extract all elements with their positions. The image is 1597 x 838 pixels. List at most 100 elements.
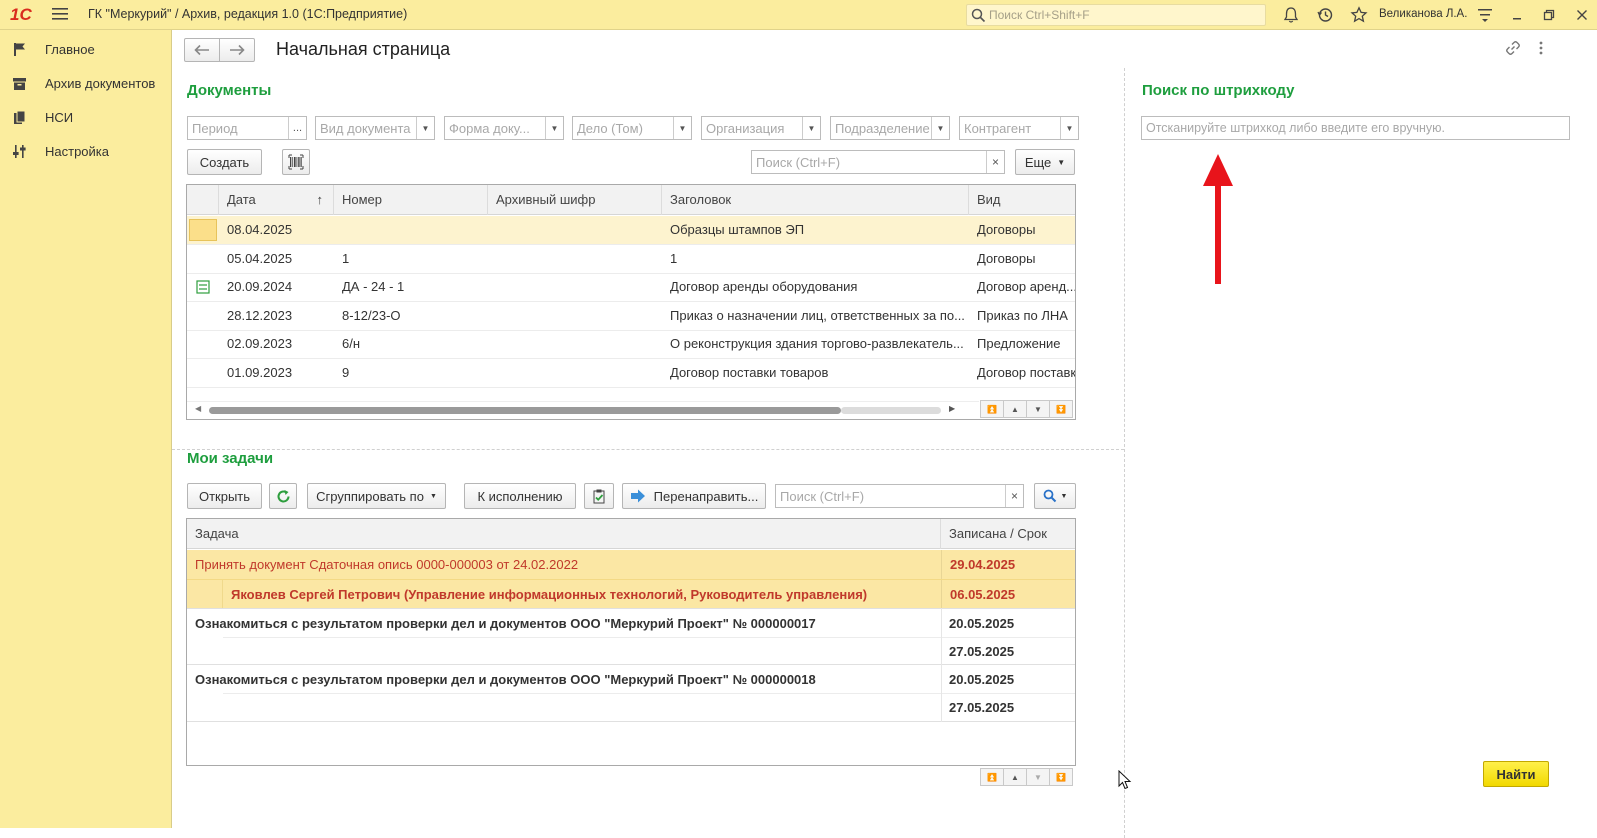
column-header-kind[interactable]: Вид xyxy=(969,185,1075,215)
sidebar-item-settings[interactable]: Настройка xyxy=(12,140,167,162)
more-button[interactable]: Еще ▼ xyxy=(1015,149,1075,175)
chevron-down-icon[interactable]: ▼ xyxy=(1060,117,1078,139)
table-row[interactable]: 28.12.2023 8-12/23-О Приказ о назначении л… xyxy=(187,302,1075,331)
cell-date: 28.12.2023 xyxy=(227,307,293,323)
group-by-button[interactable]: Сгруппировать по ▼ xyxy=(307,483,446,509)
bell-icon[interactable] xyxy=(1282,6,1300,24)
task-row[interactable]: Яковлев Сергей Петрович (Управление инфо… xyxy=(187,579,1075,609)
scroll-right-icon[interactable]: ▶ xyxy=(949,404,955,413)
open-task-button[interactable]: Открыть xyxy=(187,483,262,509)
barcode-scan-button[interactable] xyxy=(282,149,310,175)
table-row[interactable]: 08.04.2025 Образцы штампов ЭП Договоры xyxy=(187,216,1075,245)
sidebar-item-archive[interactable]: Архив документов xyxy=(12,72,167,94)
chevron-down-icon[interactable]: ▼ xyxy=(416,117,434,139)
global-search-input[interactable]: Поиск Ctrl+Shift+F xyxy=(966,4,1266,26)
back-button[interactable] xyxy=(184,38,220,62)
link-icon[interactable] xyxy=(1505,40,1521,59)
documents-search-input[interactable]: Поиск (Ctrl+F) × xyxy=(751,150,1005,174)
last-row-icon[interactable]: ⏬ xyxy=(1049,400,1073,418)
row-marker xyxy=(187,359,219,387)
ellipsis-icon[interactable]: ... xyxy=(288,117,306,139)
period-filter[interactable]: Период ... xyxy=(187,116,307,140)
tasks-search-input[interactable]: Поиск (Ctrl+F) × xyxy=(775,484,1024,508)
department-filter[interactable]: Подразделение ▼ xyxy=(830,116,950,140)
cell-title: Договор поставки товаров xyxy=(670,364,829,380)
sidebar-item-nsi[interactable]: НСИ xyxy=(12,106,167,128)
task-date: 29.04.2025 xyxy=(941,550,1075,579)
create-button[interactable]: Создать xyxy=(187,149,262,175)
search-options-button[interactable]: ▼ xyxy=(1034,483,1076,509)
horizontal-scrollbar[interactable]: ◀ ▶ xyxy=(187,401,979,419)
clear-icon[interactable]: × xyxy=(986,151,1004,173)
open-task-label: Открыть xyxy=(198,488,251,504)
doc-kind-filter[interactable]: Вид документа ▼ xyxy=(315,116,435,140)
redirect-button[interactable]: Перенаправить... xyxy=(622,483,766,509)
doc-form-filter[interactable]: Форма доку... ▼ xyxy=(444,116,564,140)
sidebar-item-main[interactable]: Главное xyxy=(12,38,167,60)
cell-kind: Предложение xyxy=(977,336,1061,351)
more-vertical-icon[interactable] xyxy=(1538,40,1544,59)
star-icon[interactable] xyxy=(1350,6,1368,24)
history-icon[interactable] xyxy=(1316,6,1334,24)
find-button[interactable]: Найти xyxy=(1483,761,1549,787)
forward-button[interactable] xyxy=(219,38,255,62)
documents-table-header: Дата ↑ Номер Архивный шифр Заголовок Вид xyxy=(187,185,1075,215)
column-divider xyxy=(941,608,942,722)
first-row-icon[interactable]: ⏫ xyxy=(980,400,1004,418)
minimize-icon[interactable] xyxy=(1508,6,1526,24)
chevron-down-icon[interactable]: ▼ xyxy=(545,117,563,139)
chevron-down-icon[interactable]: ▼ xyxy=(931,117,949,139)
menu-icon[interactable] xyxy=(52,7,68,21)
column-header-title[interactable]: Заголовок xyxy=(662,185,969,215)
execute-button[interactable]: К исполнению xyxy=(464,483,576,509)
prev-row-icon[interactable]: ▲ xyxy=(1003,400,1027,418)
restore-icon[interactable] xyxy=(1540,6,1558,24)
chevron-down-icon: ▼ xyxy=(429,492,437,500)
column-header-number[interactable]: Номер xyxy=(334,185,488,215)
settings-menu-icon[interactable] xyxy=(1476,6,1494,24)
next-row-icon[interactable]: ▼ xyxy=(1026,400,1050,418)
documents-search-placeholder: Поиск (Ctrl+F) xyxy=(756,155,841,170)
column-header-task[interactable]: Задача xyxy=(187,519,941,549)
table-row[interactable]: 02.09.2023 6/н О реконструкция здания торг… xyxy=(187,330,1075,359)
cell-date: 08.04.2025 xyxy=(227,222,293,237)
close-icon[interactable] xyxy=(1573,6,1591,24)
prev-row-icon[interactable]: ▲ xyxy=(1003,768,1027,786)
barcode-input[interactable]: Отсканируйте штрихкод либо введите его в… xyxy=(1141,116,1570,140)
counterparty-filter[interactable]: Контрагент ▼ xyxy=(959,116,1079,140)
cell-title: Приказ о назначении лиц, ответственных з… xyxy=(670,307,965,323)
chevron-down-icon[interactable]: ▼ xyxy=(673,117,691,139)
cell-code xyxy=(488,216,662,244)
next-row-icon[interactable]: ▼ xyxy=(1026,768,1050,786)
table-row[interactable]: 01.09.2023 9 Договор поставки товаров Догов… xyxy=(187,359,1075,388)
user-name[interactable]: Великанова Л.А. xyxy=(1379,8,1467,20)
organization-filter[interactable]: Организация ▼ xyxy=(701,116,821,140)
arrow-right-blue-icon xyxy=(630,489,645,503)
table-row[interactable]: 20.09.2024 ДА - 24 - 1 Договор аренды обор… xyxy=(187,273,1075,302)
cell-code xyxy=(488,330,662,358)
scroll-left-icon[interactable]: ◀ xyxy=(195,404,201,413)
settings-sliders-icon xyxy=(13,144,26,158)
sidebar-item-label: Настройка xyxy=(45,143,109,159)
refresh-button[interactable] xyxy=(269,483,297,509)
column-header-date[interactable]: Дата ↑ xyxy=(219,185,334,215)
case-filter[interactable]: Дело (Том) ▼ xyxy=(572,116,692,140)
cell-code xyxy=(488,359,662,387)
task-indent xyxy=(187,580,223,609)
search-icon xyxy=(971,8,986,23)
scrollbar-thumb[interactable] xyxy=(209,407,841,414)
logo-1c-icon[interactable]: 1С xyxy=(10,5,32,25)
window-title: ГК "Меркурий" / Архив, редакция 1.0 (1С:… xyxy=(88,7,408,21)
task-text: Ознакомиться с результатом проверки дел … xyxy=(195,672,816,687)
books-icon xyxy=(14,110,26,124)
chevron-down-icon[interactable]: ▼ xyxy=(802,117,820,139)
column-header-date[interactable]: Записана / Срок xyxy=(941,519,1075,549)
clipboard-task-button[interactable] xyxy=(584,483,614,509)
column-header-archive-code[interactable]: Архивный шифр xyxy=(488,185,662,215)
first-row-icon[interactable]: ⏫ xyxy=(980,768,1004,786)
clear-icon[interactable]: × xyxy=(1005,485,1023,507)
task-row[interactable]: Принять документ Сдаточная опись 0000-00… xyxy=(187,550,1075,579)
cell-kind: Приказ по ЛНА xyxy=(977,307,1068,323)
last-row-icon[interactable]: ⏬ xyxy=(1049,768,1073,786)
table-row[interactable]: 05.04.2025 1 1 Договоры xyxy=(187,245,1075,274)
